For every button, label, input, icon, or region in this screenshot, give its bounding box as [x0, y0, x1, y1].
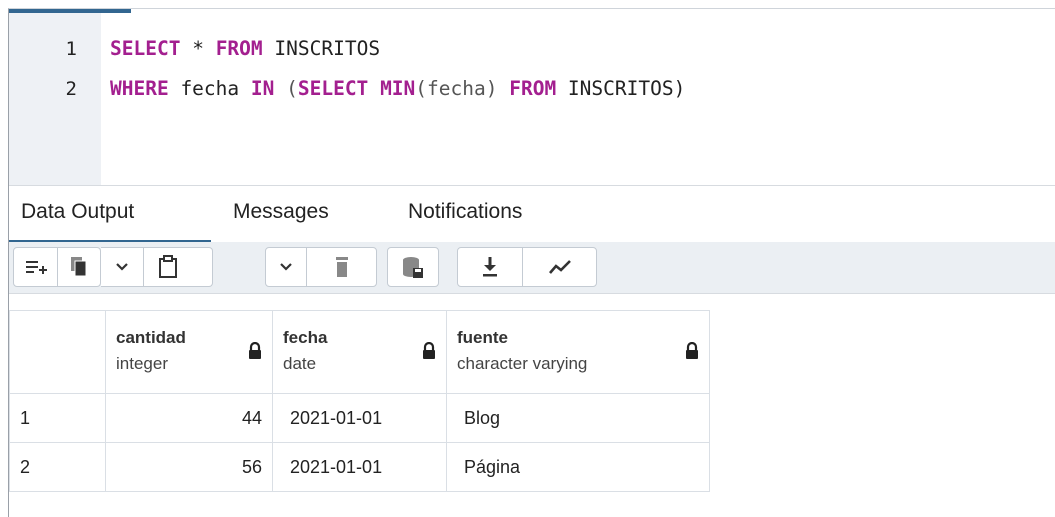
- paste-button[interactable]: [143, 248, 191, 286]
- save-data-button[interactable]: [388, 248, 438, 286]
- chevron-down-icon: [280, 263, 292, 271]
- sql-keyword: FROM: [509, 77, 557, 100]
- column-type: date: [283, 354, 317, 373]
- delete-button[interactable]: [306, 248, 376, 286]
- table-row[interactable]: 1 44 2021-01-01 Blog: [9, 393, 710, 443]
- copy-icon: [71, 257, 87, 277]
- sql-token: INSCRITOS: [262, 37, 381, 60]
- export-group: [457, 247, 597, 287]
- delete-group: [265, 247, 377, 287]
- lock-icon: [686, 342, 698, 359]
- graph-visualiser-button[interactable]: [522, 248, 596, 286]
- lock-icon: [423, 342, 435, 359]
- copy-button[interactable]: [57, 248, 100, 286]
- column-type: character varying: [457, 354, 588, 373]
- tab-notifications[interactable]: Notifications: [408, 200, 522, 224]
- row-number[interactable]: 2: [9, 442, 106, 492]
- result-grid: cantidad integer fecha date fuente chara…: [9, 310, 710, 492]
- table-row[interactable]: 2 56 2021-01-01 Página: [9, 442, 710, 492]
- sql-editor[interactable]: 1 2 SELECT * FROM INSCRITOS WHERE fecha …: [9, 13, 1055, 185]
- add-row-icon: [25, 261, 47, 274]
- code-line-1[interactable]: SELECT * FROM INSCRITOS: [110, 37, 380, 60]
- line-number: 2: [65, 78, 77, 100]
- column-header-fuente[interactable]: fuente character varying: [446, 310, 710, 394]
- sql-keyword: IN: [250, 77, 275, 100]
- add-row-group: [13, 247, 101, 287]
- column-name: fuente: [457, 328, 508, 347]
- download-icon: [483, 257, 497, 277]
- sql-token: (fecha): [415, 77, 510, 100]
- download-button[interactable]: [458, 248, 522, 286]
- sql-token: *: [180, 37, 216, 60]
- sql-keyword: SELECT: [297, 77, 369, 100]
- grid-header-row: cantidad integer fecha date fuente chara…: [9, 310, 710, 394]
- save-data-icon: [403, 257, 423, 278]
- row-number[interactable]: 1: [9, 393, 106, 443]
- delete-icon: [335, 257, 348, 277]
- add-row-button[interactable]: [14, 248, 57, 286]
- cell-fecha[interactable]: 2021-01-01: [272, 442, 447, 492]
- cell-fuente[interactable]: Página: [446, 442, 710, 492]
- tab-messages[interactable]: Messages: [233, 200, 329, 224]
- query-tool-panel: 1 2 SELECT * FROM INSCRITOS WHERE fecha …: [8, 8, 1055, 517]
- column-type: integer: [116, 354, 168, 373]
- line-number: 1: [65, 38, 77, 60]
- graph-icon: [548, 260, 571, 274]
- sql-keyword: MIN: [380, 77, 416, 100]
- cell-fecha[interactable]: 2021-01-01: [272, 393, 447, 443]
- copy-options-dropdown[interactable]: [101, 248, 143, 286]
- sql-token: (: [274, 77, 298, 100]
- result-tabs: Data Output Messages Notifications: [9, 185, 1055, 243]
- sql-keyword: WHERE: [110, 77, 169, 100]
- code-line-2[interactable]: WHERE fecha IN (SELECT MIN(fecha) FROM I…: [110, 77, 685, 100]
- sql-token: fecha: [168, 77, 251, 100]
- sql-keyword: SELECT: [110, 37, 181, 60]
- column-name: cantidad: [116, 328, 186, 347]
- row-number-header: [9, 310, 106, 394]
- copy-paste-group: [101, 247, 213, 287]
- cell-cantidad[interactable]: 56: [105, 442, 273, 492]
- save-data-group: [387, 247, 439, 287]
- tab-data-output[interactable]: Data Output: [21, 200, 134, 224]
- chevron-down-icon: [116, 263, 128, 271]
- column-header-fecha[interactable]: fecha date: [272, 310, 447, 394]
- column-header-cantidad[interactable]: cantidad integer: [105, 310, 273, 394]
- paste-options-dropdown[interactable]: [266, 248, 306, 286]
- sql-keyword: FROM: [215, 37, 263, 60]
- data-output-toolbar: [9, 242, 1055, 294]
- cell-fuente[interactable]: Blog: [446, 393, 710, 443]
- sql-token: INSCRITOS): [556, 77, 686, 100]
- cell-cantidad[interactable]: 44: [105, 393, 273, 443]
- paste-icon: [158, 255, 177, 278]
- lock-icon: [249, 342, 261, 359]
- column-name: fecha: [283, 328, 328, 347]
